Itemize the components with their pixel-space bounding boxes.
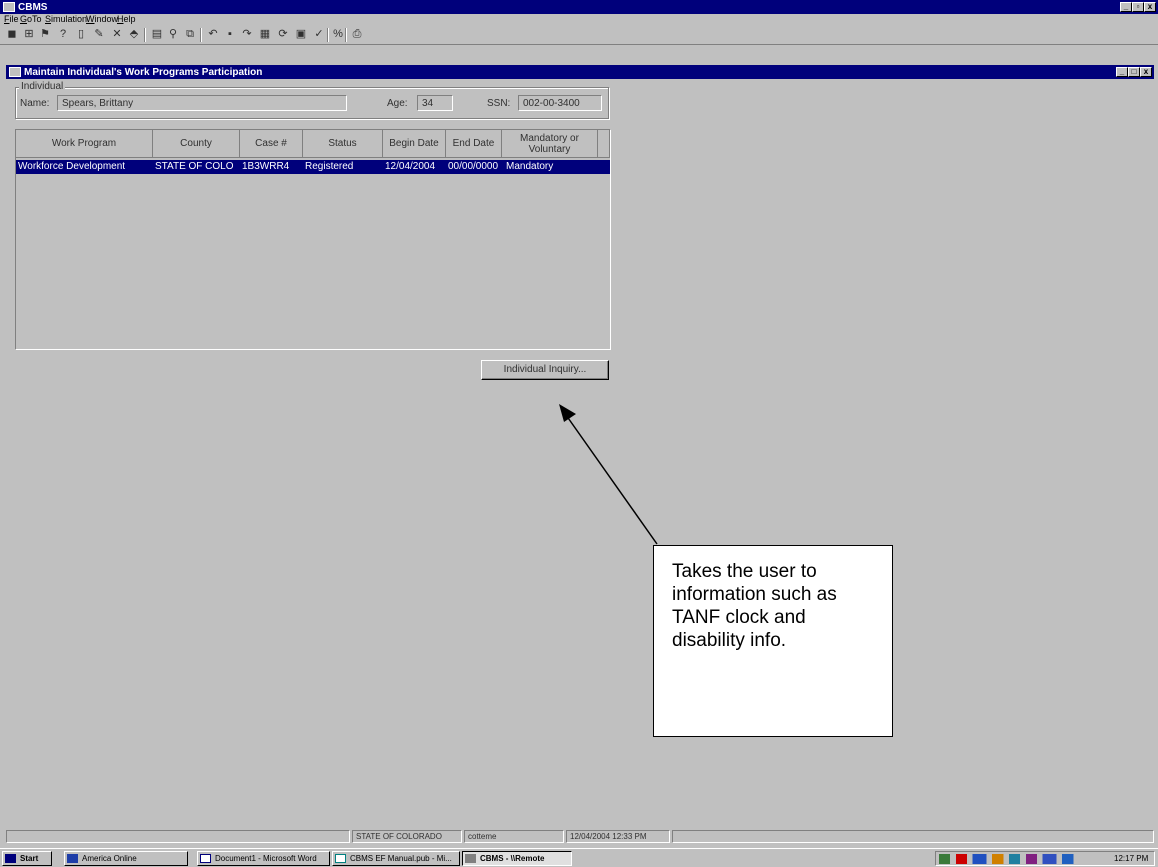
status-user: cotteme bbox=[464, 830, 564, 843]
status-bar: STATE OF COLORADO cotteme 12/04/2004 12:… bbox=[0, 828, 1158, 848]
task-publisher[interactable]: CBMS EF Manual.pub - Mi... bbox=[332, 851, 460, 866]
name-field: Spears, Brittany bbox=[57, 95, 347, 111]
column-header-case-number[interactable]: Case # bbox=[240, 130, 303, 158]
system-tray: 12:17 PM bbox=[935, 851, 1155, 866]
child-title: Maintain Individual's Work Programs Part… bbox=[24, 67, 263, 78]
individual-inquiry-button[interactable]: Individual Inquiry... bbox=[481, 360, 609, 380]
cell-begin-date: 12/04/2004 bbox=[385, 161, 436, 172]
column-header-county[interactable]: County bbox=[153, 130, 240, 158]
status-datetime: 12/04/2004 12:33 PM bbox=[566, 830, 670, 843]
report-icon[interactable]: ⧉ bbox=[183, 28, 197, 41]
task-label: America Online bbox=[82, 854, 137, 863]
status-extra-panel bbox=[672, 830, 1154, 843]
app-title: CBMS bbox=[18, 2, 48, 13]
toolbar: ◼ ⊞ ⚑ ? ▯ ✎ ✕ ⬘ ▤ ⚲ ⧉ ↶ ▪ ↷ ▦ ⟳ ▣ ✓ % ⎙ bbox=[0, 26, 1158, 45]
save-icon[interactable]: ▤ bbox=[150, 28, 164, 41]
child-title-bar: Maintain Individual's Work Programs Part… bbox=[6, 65, 1154, 79]
task-word-document[interactable]: Document1 - Microsoft Word bbox=[197, 851, 330, 866]
restore-icon[interactable]: ▫ bbox=[1132, 2, 1144, 12]
ssn-label: SSN: bbox=[487, 98, 511, 109]
taskbar: Start America Online Document1 - Microso… bbox=[0, 848, 1158, 867]
cell-end-date: 00/00/0000 bbox=[448, 161, 499, 172]
task-label: Document1 - Microsoft Word bbox=[215, 854, 317, 863]
windows-logo-icon bbox=[5, 854, 16, 863]
age-field: 34 bbox=[417, 95, 453, 111]
cbms-icon bbox=[465, 854, 476, 863]
undo-icon[interactable]: ↶ bbox=[206, 28, 220, 41]
task-america-online[interactable]: America Online bbox=[64, 851, 188, 866]
column-header-end-date[interactable]: End Date bbox=[446, 130, 502, 158]
start-label: Start bbox=[20, 854, 39, 863]
new-icon[interactable]: ◼ bbox=[5, 28, 19, 41]
flag-icon[interactable]: ⚑ bbox=[38, 28, 52, 41]
app-title-bar: CBMS _ ▫ x bbox=[0, 0, 1158, 14]
work-programs-grid[interactable]: Work Program County Case # Status Begin … bbox=[15, 129, 611, 350]
app-icon[interactable] bbox=[3, 2, 15, 12]
publisher-icon bbox=[335, 854, 346, 863]
cell-case-number: 1B3WRR4 bbox=[242, 161, 290, 172]
menu-file[interactable]: File bbox=[4, 14, 19, 24]
status-county: STATE OF COLORADO bbox=[352, 830, 462, 843]
individual-group-label: Individual bbox=[19, 81, 66, 92]
start-button[interactable]: Start bbox=[2, 851, 52, 866]
cell-mandatory-voluntary: Mandatory bbox=[506, 161, 554, 172]
task-label: CBMS - \\Remote bbox=[480, 854, 545, 863]
open-folder-icon[interactable]: ⬘ bbox=[127, 28, 141, 41]
document-icon[interactable]: ▯ bbox=[74, 28, 88, 41]
child-close-icon[interactable]: x bbox=[1140, 67, 1152, 77]
callout-arrow bbox=[559, 404, 658, 545]
menu-help[interactable]: Help bbox=[117, 14, 136, 24]
child-window-icon[interactable] bbox=[9, 67, 21, 77]
minimize-icon[interactable]: _ bbox=[1120, 2, 1132, 12]
column-header-work-program[interactable]: Work Program bbox=[16, 130, 153, 158]
tray-icons[interactable] bbox=[939, 854, 1079, 864]
column-header-filler bbox=[598, 130, 610, 158]
refresh-icon[interactable]: ⟳ bbox=[276, 28, 290, 41]
close-icon[interactable]: x bbox=[1144, 2, 1156, 12]
word-icon bbox=[200, 854, 211, 863]
menu-simulation[interactable]: Simulation bbox=[45, 14, 87, 24]
percent-icon[interactable]: % bbox=[331, 28, 345, 41]
aol-icon bbox=[67, 854, 78, 863]
menu-goto[interactable]: GoTo bbox=[20, 14, 42, 24]
column-header-begin-date[interactable]: Begin Date bbox=[383, 130, 446, 158]
cell-work-program: Workforce Development bbox=[18, 161, 126, 172]
grid-icon[interactable]: ▦ bbox=[258, 28, 272, 41]
redo-icon[interactable]: ↷ bbox=[240, 28, 254, 41]
table-row[interactable]: Workforce Development STATE OF COLO 1B3W… bbox=[16, 160, 610, 174]
toolbar-separator bbox=[200, 28, 202, 42]
name-label: Name: bbox=[20, 98, 50, 109]
search-icon[interactable]: ⚲ bbox=[166, 28, 180, 41]
print-preview-icon[interactable]: ⊞ bbox=[22, 28, 36, 41]
toolbar-separator bbox=[327, 28, 329, 42]
column-header-mandatory-voluntary[interactable]: Mandatory or Voluntary bbox=[502, 130, 598, 158]
child-minimize-icon[interactable]: _ bbox=[1116, 67, 1128, 77]
menu-bar: File GoTo Simulation Window Help bbox=[0, 14, 1158, 26]
stop-icon[interactable]: ▪ bbox=[223, 28, 237, 41]
toolbar-separator bbox=[144, 28, 146, 42]
window-icon[interactable]: ▣ bbox=[294, 28, 308, 41]
help-icon[interactable]: ? bbox=[56, 28, 70, 41]
cell-county: STATE OF COLO bbox=[155, 161, 234, 172]
cell-status: Registered bbox=[305, 161, 354, 172]
delete-icon[interactable]: ✕ bbox=[110, 28, 124, 41]
child-maximize-icon[interactable]: □ bbox=[1128, 67, 1140, 77]
ssn-field: 002-00-3400 bbox=[518, 95, 602, 111]
task-cbms-remote[interactable]: CBMS - \\Remote bbox=[462, 851, 572, 866]
age-label: Age: bbox=[387, 98, 408, 109]
printer-icon[interactable]: ⎙ bbox=[350, 28, 364, 41]
task-label: CBMS EF Manual.pub - Mi... bbox=[350, 854, 452, 863]
column-header-status[interactable]: Status bbox=[303, 130, 383, 158]
edit-icon[interactable]: ✎ bbox=[92, 28, 106, 41]
toolbar-separator bbox=[345, 28, 347, 42]
tray-clock[interactable]: 12:17 PM bbox=[1114, 854, 1148, 863]
status-message-panel bbox=[6, 830, 350, 843]
check-icon[interactable]: ✓ bbox=[312, 28, 326, 41]
menu-window[interactable]: Window bbox=[86, 14, 118, 24]
callout-note: Takes the user to information such as TA… bbox=[653, 545, 893, 737]
